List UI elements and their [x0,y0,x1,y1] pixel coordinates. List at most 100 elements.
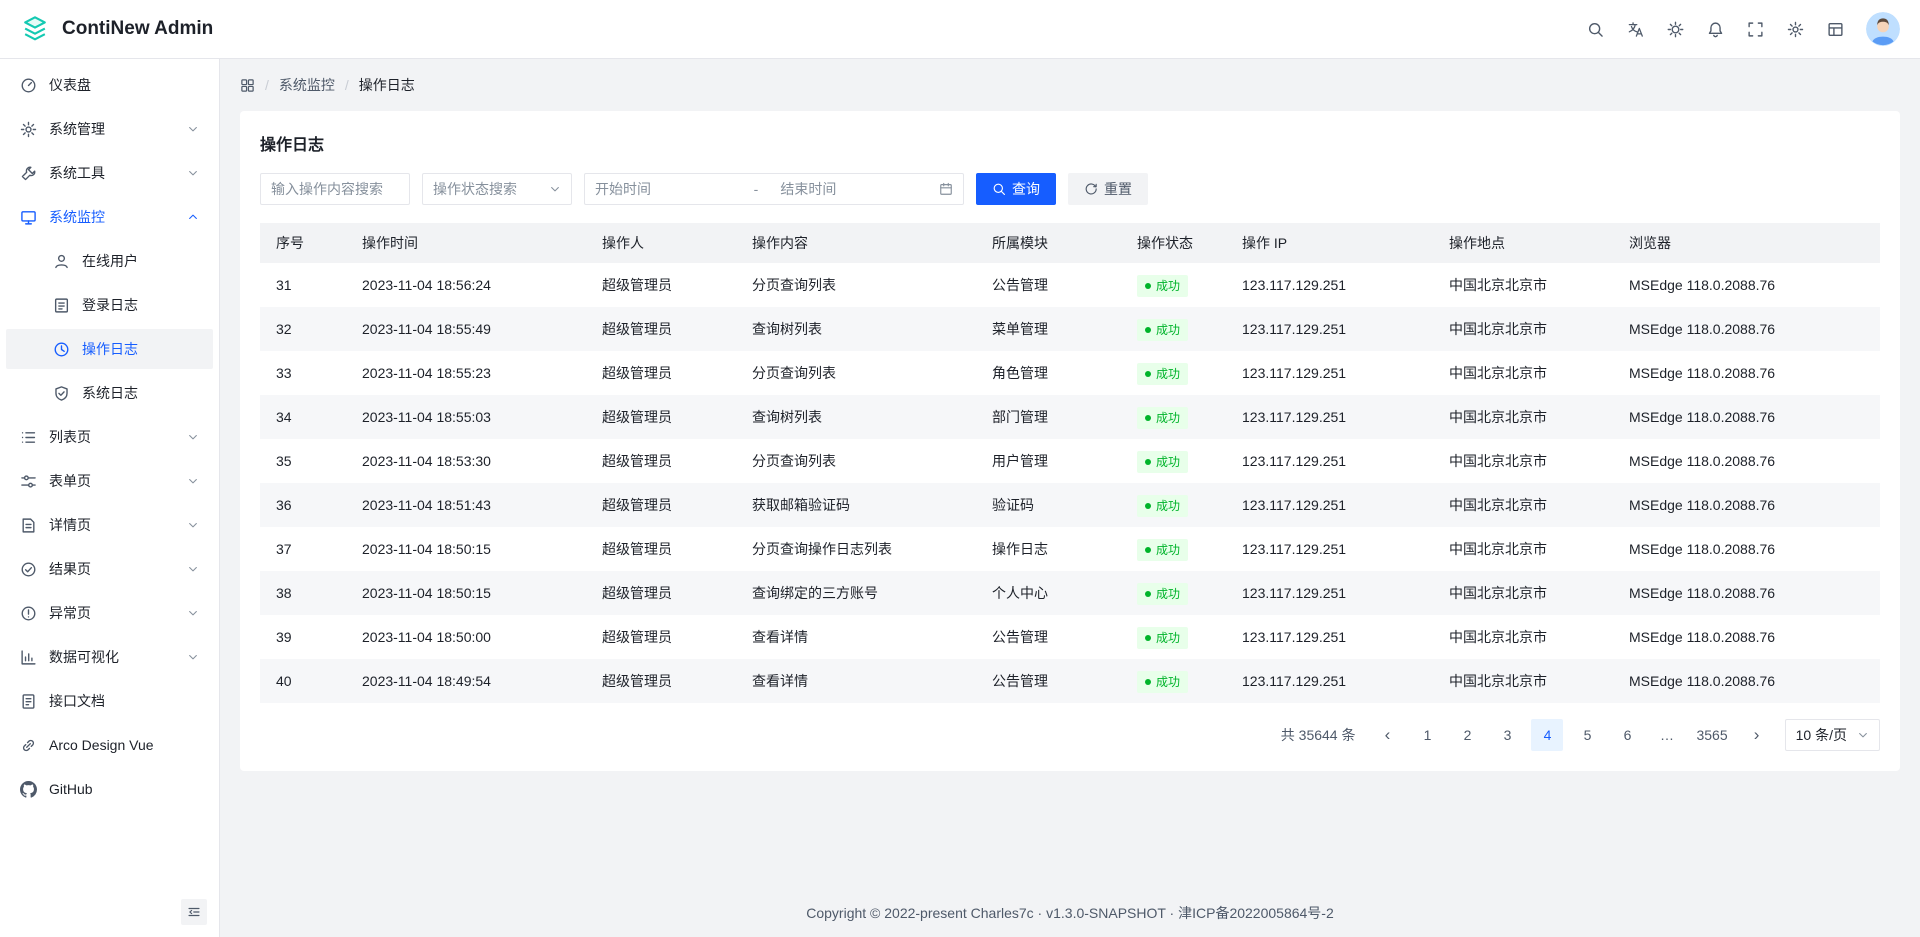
history-icon [53,341,70,358]
status-badge: 成功 [1137,363,1188,385]
sidebar-collapse-button[interactable] [181,899,207,925]
pagination-page-3[interactable]: 3 [1491,719,1523,751]
chart-icon [20,649,37,666]
sidebar-item-system-log[interactable]: 系统日志 [6,373,213,413]
table-row: 352023-11-04 18:53:30超级管理员分页查询列表用户管理成功12… [260,439,1880,483]
sidebar-item-label: 系统日志 [82,383,199,403]
sidebar-item-dashboard[interactable]: 仪表盘 [6,65,213,105]
sidebar-item-data-visualization[interactable]: 数据可视化 [6,637,213,677]
user-icon [53,253,70,270]
form-icon [20,473,37,490]
sidebar-item-operation-log[interactable]: 操作日志 [6,329,213,369]
sidebar-item-form-page[interactable]: 表单页 [6,461,213,501]
chevron-down-icon [187,123,199,135]
sidebar-item-exception-page[interactable]: 异常页 [6,593,213,633]
theme-icon [1667,21,1684,38]
chevron-down-icon [187,607,199,619]
chevron-down-icon [1857,729,1869,741]
sidebar-item-label: 详情页 [49,515,175,535]
sidebar-item-detail-page[interactable]: 详情页 [6,505,213,545]
status-badge: 成功 [1137,539,1188,561]
column-header: 操作人 [586,223,736,263]
reset-button-label: 重置 [1104,179,1132,199]
query-button[interactable]: 查询 [976,173,1056,205]
pagination-page-4[interactable]: 4 [1531,719,1563,751]
sidebar-item-label: 仪表盘 [49,75,199,95]
table-row: 382023-11-04 18:50:15超级管理员查询绑定的三方账号个人中心成… [260,571,1880,615]
sidebar-item-api-doc[interactable]: 接口文档 [6,681,213,721]
sidebar-item-list-page[interactable]: 列表页 [6,417,213,457]
status-badge: 成功 [1137,275,1188,297]
pagination-page-1[interactable]: 1 [1411,719,1443,751]
header-settings-button[interactable] [1778,12,1812,46]
copyright-footer: Copyright © 2022-present Charles7c · v1.… [240,891,1900,937]
query-button-label: 查询 [1012,179,1040,199]
chevron-down-icon [187,475,199,487]
operation-content-search-input[interactable] [260,173,410,205]
sidebar-item-label: 系统监控 [49,207,175,227]
column-header: 操作地点 [1433,223,1613,263]
breadcrumb: / 系统监控 / 操作日志 [240,75,1900,95]
status-dot-icon [1145,371,1151,377]
pagination-page-2[interactable]: 2 [1451,719,1483,751]
sidebar-item-arco-design-vue[interactable]: Arco Design Vue [6,725,213,765]
status-dot-icon [1145,459,1151,465]
user-avatar[interactable] [1866,12,1900,46]
syslog-icon [53,385,70,402]
sidebar-item-github[interactable]: GitHub [6,769,213,809]
status-badge: 成功 [1137,451,1188,473]
status-dot-icon [1145,547,1151,553]
status-dot-icon [1145,635,1151,641]
page-size-select[interactable]: 10 条/页 [1785,719,1880,751]
status-dot-icon [1145,327,1151,333]
breadcrumb-separator: / [345,77,349,93]
header-fullscreen-button[interactable] [1738,12,1772,46]
status-dot-icon [1145,591,1151,597]
translate-icon [1627,21,1644,38]
breadcrumb-item-current: 操作日志 [359,75,415,95]
app-header: ContiNew Admin [0,0,1920,59]
monitor-icon [20,209,37,226]
pagination-next-button[interactable]: › [1741,719,1773,751]
header-theme-button[interactable] [1658,12,1692,46]
page-title: 操作日志 [260,131,1880,155]
column-header: 序号 [260,223,346,263]
sidebar-item-system-manage[interactable]: 系统管理 [6,109,213,149]
sidebar-item-login-log[interactable]: 登录日志 [6,285,213,325]
status-dot-icon [1145,679,1151,685]
header-search-button[interactable] [1578,12,1612,46]
pagination-page-6[interactable]: 6 [1611,719,1643,751]
sidebar-item-label: GitHub [49,781,199,797]
table-row: 322023-11-04 18:55:49超级管理员查询树列表菜单管理成功123… [260,307,1880,351]
pagination-pages: ‹123456…3565› [1371,719,1772,751]
header-layout-button[interactable] [1818,12,1852,46]
pagination-prev-button[interactable]: ‹ [1371,719,1403,751]
chevron-down-icon [187,167,199,179]
breadcrumb-item-system-monitor[interactable]: 系统监控 [279,75,335,95]
reset-button[interactable]: 重置 [1068,173,1148,205]
status-dot-icon [1145,415,1151,421]
sidebar-item-label: 数据可视化 [49,647,175,667]
sidebar-item-system-tool[interactable]: 系统工具 [6,153,213,193]
app-logo[interactable]: ContiNew Admin [20,14,240,44]
sidebar-item-online-user[interactable]: 在线用户 [6,241,213,281]
layout-icon [1827,21,1844,38]
operation-status-select[interactable]: 操作状态搜索 [422,173,572,205]
pagination-page-3565[interactable]: 3565 [1691,719,1732,751]
chevron-down-icon [187,651,199,663]
status-badge: 成功 [1137,583,1188,605]
doc-icon [20,693,37,710]
sidebar-item-result-page[interactable]: 结果页 [6,549,213,589]
table-row: 392023-11-04 18:50:00超级管理员查看详情公告管理成功123.… [260,615,1880,659]
header-translate-button[interactable] [1618,12,1652,46]
gear-icon [1787,21,1804,38]
header-notifications-button[interactable] [1698,12,1732,46]
pagination-page-5[interactable]: 5 [1571,719,1603,751]
breadcrumb-separator: / [265,77,269,93]
calendar-icon [939,182,953,196]
end-time-placeholder: 结束时间 [766,179,931,199]
date-range-picker[interactable]: 开始时间 - 结束时间 [584,173,964,205]
sidebar-item-system-monitor[interactable]: 系统监控 [6,197,213,237]
dashboard-icon [20,77,37,94]
page-size-label: 10 条/页 [1796,725,1847,745]
